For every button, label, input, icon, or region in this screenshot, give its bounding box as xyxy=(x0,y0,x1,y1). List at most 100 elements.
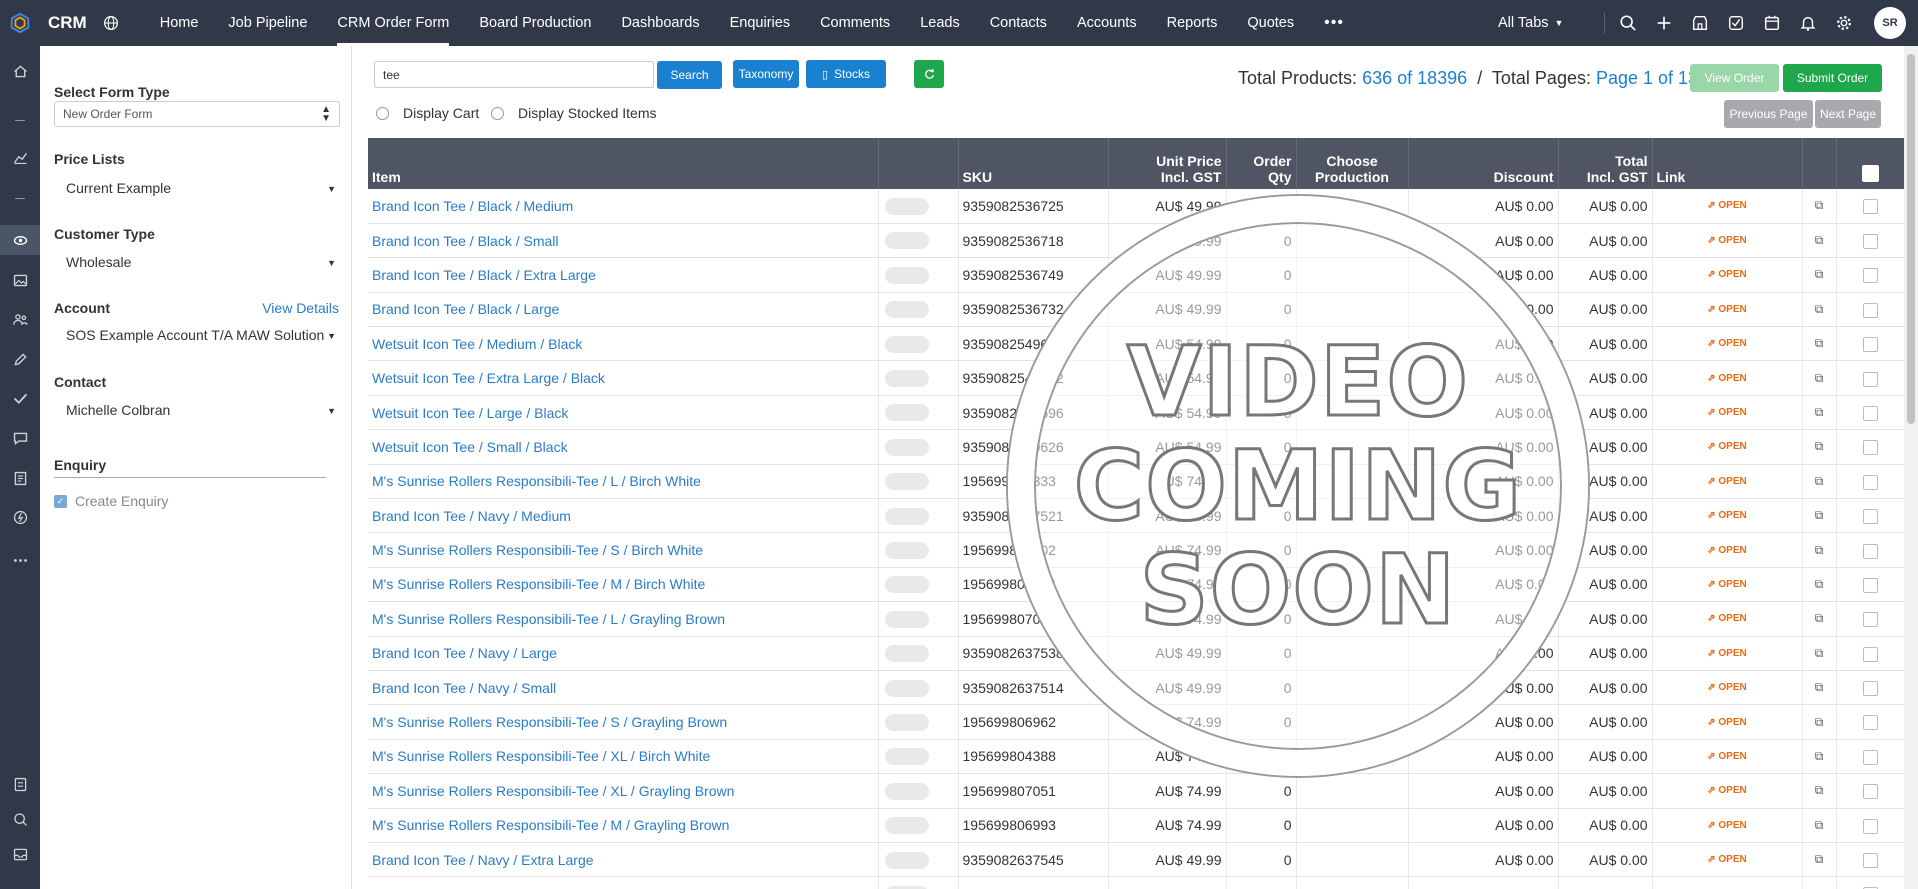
nav-item-crm-order-form[interactable]: CRM Order Form xyxy=(322,0,464,46)
choose-production-cell[interactable] xyxy=(1296,532,1409,568)
contact-select[interactable]: Michelle Colbran ▼ xyxy=(66,402,340,418)
globe-icon[interactable] xyxy=(101,13,121,33)
plus-icon[interactable] xyxy=(1646,0,1682,46)
item-link[interactable]: Brand Icon Tee / Black / Medium xyxy=(368,189,879,224)
row-select-cell[interactable] xyxy=(1836,292,1905,328)
open-link[interactable]: ⇗ OPEN xyxy=(1652,670,1803,706)
inbox-icon[interactable] xyxy=(0,839,40,869)
choose-production-cell[interactable] xyxy=(1296,257,1409,293)
nav-item-contacts[interactable]: Contacts xyxy=(975,0,1062,46)
customer-type-select[interactable]: Wholesale ▼ xyxy=(66,254,340,270)
view-order-button[interactable]: View Order xyxy=(1690,64,1779,92)
row-checkbox[interactable] xyxy=(1862,302,1878,318)
row-checkbox[interactable] xyxy=(1862,509,1878,525)
choose-production-cell[interactable] xyxy=(1296,636,1409,671)
choose-production-cell[interactable] xyxy=(1296,498,1409,534)
choose-production-cell[interactable] xyxy=(1296,773,1409,809)
image-icon[interactable] xyxy=(0,265,40,295)
nav-item-job-pipeline[interactable]: Job Pipeline xyxy=(213,0,322,46)
more-icon[interactable] xyxy=(0,545,40,575)
open-link[interactable]: ⇗ OPEN xyxy=(1652,326,1803,362)
search-icon[interactable] xyxy=(1610,0,1646,46)
nav-item-enquiries[interactable]: Enquiries xyxy=(715,0,805,46)
row-select-cell[interactable] xyxy=(1836,189,1905,224)
row-select-cell[interactable] xyxy=(1836,464,1905,500)
search-user-icon[interactable] xyxy=(0,804,40,834)
order-qty-cell[interactable]: 0 xyxy=(1226,292,1297,328)
item-link[interactable]: Brand Icon Tee / Black / Extra Large xyxy=(368,257,879,293)
refresh-button[interactable] xyxy=(914,60,944,88)
choose-production-cell[interactable] xyxy=(1296,601,1409,637)
eye-icon[interactable] xyxy=(0,225,40,255)
brand-name[interactable]: CRM xyxy=(48,13,87,33)
item-link[interactable]: M's Sunrise Rollers Responsibili-Tee / L… xyxy=(368,464,879,500)
row-checkbox[interactable] xyxy=(1862,337,1878,353)
nav-item-accounts[interactable]: Accounts xyxy=(1062,0,1152,46)
col-header-discount[interactable]: Discount xyxy=(1408,138,1559,189)
choose-production-cell[interactable] xyxy=(1296,876,1409,889)
row-checkbox[interactable] xyxy=(1862,818,1878,834)
choose-production-cell[interactable] xyxy=(1296,739,1409,775)
open-link[interactable]: ⇗ OPEN xyxy=(1652,636,1803,671)
store-icon[interactable] xyxy=(1682,0,1718,46)
item-link[interactable]: Brand Icon Tee / Navy / Large xyxy=(368,636,879,671)
order-qty-cell[interactable]: 0 xyxy=(1226,360,1297,396)
create-enquiry-checkbox[interactable]: ✓ Create Enquiry xyxy=(54,493,168,509)
order-qty-cell[interactable]: 0 xyxy=(1226,464,1297,500)
row-checkbox[interactable] xyxy=(1862,474,1878,490)
order-qty-cell[interactable]: 0 xyxy=(1226,498,1297,534)
row-checkbox[interactable] xyxy=(1862,405,1878,421)
nav-item-comments[interactable]: Comments xyxy=(805,0,905,46)
copy-icon[interactable]: ⧉ xyxy=(1802,429,1837,465)
item-link[interactable]: M's Sunrise Rollers Responsibili-Tee / L… xyxy=(368,601,879,637)
col-header-unit-price[interactable]: Unit Price Incl. GST xyxy=(1108,138,1227,189)
row-select-cell[interactable] xyxy=(1836,326,1905,362)
open-link[interactable]: ⇗ OPEN xyxy=(1652,395,1803,431)
order-qty-cell[interactable]: 0 xyxy=(1226,739,1297,775)
calendar-icon[interactable] xyxy=(1754,0,1790,46)
order-qty-cell[interactable]: 0 xyxy=(1226,876,1297,889)
open-link[interactable]: ⇗ OPEN xyxy=(1652,601,1803,637)
item-link[interactable]: M's Sunrise Rollers Responsibili-Tee / S… xyxy=(368,532,879,568)
item-link[interactable]: M's Sunrise Rollers Responsibili-Tee / M… xyxy=(368,808,879,843)
row-checkbox[interactable] xyxy=(1862,577,1878,593)
order-qty-cell[interactable]: 0 xyxy=(1226,532,1297,568)
next-page-button[interactable]: Next Page xyxy=(1815,100,1881,128)
col-header-order-qty[interactable]: Order Qty xyxy=(1226,138,1297,189)
row-checkbox[interactable] xyxy=(1862,784,1878,800)
choose-production-cell[interactable] xyxy=(1296,360,1409,396)
choose-production-cell[interactable] xyxy=(1296,567,1409,603)
col-header-select-all[interactable] xyxy=(1836,138,1905,189)
order-qty-cell[interactable]: 0 xyxy=(1226,567,1297,603)
copy-icon[interactable]: ⧉ xyxy=(1802,464,1837,500)
previous-page-button[interactable]: Previous Page xyxy=(1724,100,1813,128)
item-link[interactable]: Wetsuit Icon Tee / Medium / Black xyxy=(368,326,879,362)
open-link[interactable]: ⇗ OPEN xyxy=(1652,773,1803,809)
gear-icon[interactable] xyxy=(1826,0,1862,46)
open-link[interactable]: ⇗ OPEN xyxy=(1652,532,1803,568)
item-link[interactable]: Brand Icon Tee / Navy / Small xyxy=(368,670,879,706)
item-link[interactable]: M's Sunrise Rollers Responsibili-Tee / X… xyxy=(368,773,879,809)
nav-item-leads[interactable]: Leads xyxy=(905,0,975,46)
check-square-icon[interactable] xyxy=(1718,0,1754,46)
open-link[interactable]: ⇗ OPEN xyxy=(1652,739,1803,775)
order-qty-cell[interactable]: 0 xyxy=(1226,429,1297,465)
open-link[interactable]: ⇗ OPEN xyxy=(1652,842,1803,878)
nav-item-board-production[interactable]: Board Production xyxy=(464,0,606,46)
item-link[interactable]: Brand Icon Tee / Black / Small xyxy=(368,223,879,259)
all-tabs-dropdown[interactable]: All Tabs ▼ xyxy=(1498,0,1563,46)
row-select-cell[interactable] xyxy=(1836,636,1905,671)
open-link[interactable]: ⇗ OPEN xyxy=(1652,498,1803,534)
item-link[interactable]: Wetsuit Icon Tee / Small / Black xyxy=(368,429,879,465)
row-checkbox[interactable] xyxy=(1862,543,1878,559)
nav-item-dashboards[interactable]: Dashboards xyxy=(606,0,714,46)
row-checkbox[interactable] xyxy=(1862,440,1878,456)
row-checkbox[interactable] xyxy=(1862,646,1878,662)
col-header-choose-production[interactable]: Choose Production xyxy=(1296,138,1409,189)
order-qty-cell[interactable]: 0 xyxy=(1226,808,1297,843)
stocks-button[interactable]: ▯ Stocks xyxy=(806,60,886,88)
row-checkbox[interactable] xyxy=(1862,268,1878,284)
search-button[interactable]: Search xyxy=(657,61,722,89)
copy-icon[interactable]: ⧉ xyxy=(1802,223,1837,259)
account-select[interactable]: SOS Example Account T/A MAW Solution ▼ xyxy=(66,327,340,343)
